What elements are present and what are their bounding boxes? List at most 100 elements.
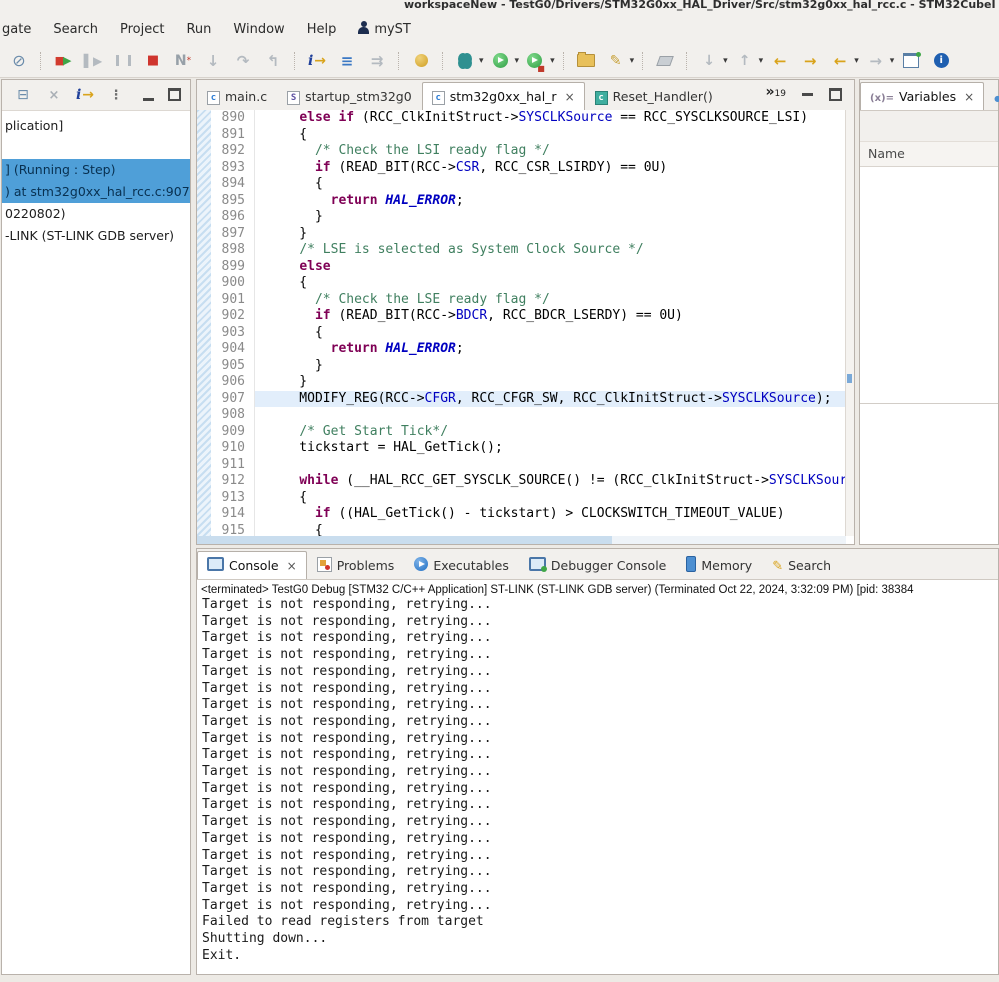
show-debug-sources-icon[interactable]: ≡ — [335, 49, 359, 73]
help-info-icon[interactable]: i — [929, 49, 953, 73]
tab-overflow-button[interactable]: »19 — [766, 84, 787, 104]
forward-history-dropdown-icon[interactable]: ▾ — [890, 56, 895, 66]
resume-icon[interactable]: ▌▶ — [81, 49, 105, 73]
horizontal-scrollbar-thumb[interactable] — [197, 536, 612, 544]
menu-item-window[interactable]: Window — [222, 22, 295, 37]
back-icon[interactable]: ← — [768, 49, 792, 73]
load-binary-icon[interactable]: ↓ — [697, 49, 721, 73]
menu-item-help[interactable]: Help — [296, 22, 348, 37]
editor-tab-reset-handler-[interactable]: cReset_Handler() — [585, 82, 723, 110]
editor-tab-main-c[interactable]: cmain.c — [197, 82, 277, 110]
line-number: 908 — [211, 407, 255, 424]
variables-tab-b[interactable]: ●●B — [984, 82, 999, 110]
terminate-icon[interactable]: ■ — [141, 49, 165, 73]
code-line: 897 } — [211, 226, 846, 243]
use-step-filters-icon[interactable]: ⇉ — [365, 49, 389, 73]
console-process-header: <terminated> TestG0 Debug [STM32 C/C++ A… — [197, 580, 998, 597]
skip-all-breakpoints-icon[interactable]: ⊘ — [7, 49, 31, 73]
code-line: 891 { — [211, 127, 846, 144]
s-file-icon: S — [287, 88, 300, 105]
line-number: 903 — [211, 325, 255, 342]
minimize-icon[interactable] — [143, 86, 154, 105]
menu-item-myst[interactable]: myST — [347, 21, 422, 38]
code-line: 894 { — [211, 176, 846, 193]
console-tab-search[interactable]: ✎Search — [762, 551, 841, 579]
console-tab-memory[interactable]: Memory — [676, 551, 762, 579]
debug-tree-row[interactable]: plication] — [2, 115, 190, 137]
code-line: 892 /* Check the LSI ready flag */ — [211, 143, 846, 160]
overview-ruler[interactable] — [845, 110, 854, 536]
view-menu-icon[interactable]: ⋮ — [104, 83, 128, 107]
console-tab-debugger-console[interactable]: Debugger Console — [519, 551, 676, 579]
code-line: 899 else — [211, 259, 846, 276]
code-editor[interactable]: 890 else if (RCC_ClkInitStruct->SYSCLKSo… — [197, 110, 846, 536]
restore-state-icon[interactable]: ↑ — [733, 49, 757, 73]
step-over-icon[interactable]: ↷ — [231, 49, 255, 73]
run-dropdown-icon[interactable]: ▾ — [515, 56, 520, 66]
c-file-icon: c — [432, 88, 445, 105]
open-perspective-icon[interactable] — [899, 49, 923, 73]
last-edit-location-dropdown-icon[interactable]: ▾ — [854, 56, 859, 66]
suspend-icon[interactable] — [111, 49, 135, 73]
mark-occurrences-dropdown-icon[interactable]: ▾ — [630, 56, 635, 66]
step-return-icon[interactable]: ↰ — [261, 49, 285, 73]
code-line: 915 { — [211, 523, 846, 537]
maximize-icon[interactable] — [829, 88, 842, 101]
toolbar-separator — [563, 52, 565, 70]
variables-tab-variables[interactable]: (x)=Variables× — [860, 82, 984, 110]
line-number: 896 — [211, 209, 255, 226]
close-icon[interactable]: × — [565, 90, 575, 104]
debug-icon[interactable] — [453, 49, 477, 73]
disconnect-icon[interactable]: N* — [171, 49, 195, 73]
mark-occurrences-icon[interactable]: ✎ — [604, 49, 628, 73]
variables-detail-splitter[interactable] — [860, 403, 998, 404]
external-tools-icon[interactable]: ■ — [524, 49, 548, 73]
debug-tree-row[interactable]: -LINK (ST-LINK GDB server) — [2, 225, 190, 247]
menu-item-gate[interactable]: gate — [0, 22, 42, 37]
forward-history-icon[interactable]: → — [864, 49, 888, 73]
load-binary-dropdown-icon[interactable]: ▾ — [723, 56, 728, 66]
run-icon[interactable] — [489, 49, 513, 73]
menu-item-run[interactable]: Run — [175, 22, 222, 37]
editor-tabbar: cmain.cSstartup_stm32g0cstm32g0xx_hal_r×… — [197, 80, 854, 111]
update-software-icon[interactable] — [409, 49, 433, 73]
instruction-stepping-icon[interactable]: i→ — [305, 49, 329, 73]
line-number: 899 — [211, 259, 255, 276]
debug-tree-row[interactable]: ] (Running : Step) — [2, 159, 190, 181]
restart-icon[interactable]: ■▶ — [51, 49, 75, 73]
debug-view-toolbar: ⊟ × i→ ⋮ — [2, 80, 190, 111]
line-number: 914 — [211, 506, 255, 523]
step-into-icon[interactable]: ↓ — [201, 49, 225, 73]
clear-console-icon[interactable] — [653, 49, 677, 73]
forward-icon[interactable]: → — [798, 49, 822, 73]
console-output: Target is not responding, retrying... Ta… — [197, 597, 998, 964]
toolbar-separator — [294, 52, 296, 70]
debug-tree-row[interactable] — [2, 137, 190, 159]
line-number: 912 — [211, 473, 255, 490]
close-icon[interactable]: × — [287, 559, 297, 573]
console-tabbar: Console×ProblemsExecutablesDebugger Cons… — [197, 549, 998, 580]
line-number: 904 — [211, 341, 255, 358]
editor-tab-stm32g0xx-hal-r[interactable]: cstm32g0xx_hal_r× — [422, 82, 585, 110]
console-tab-problems[interactable]: Problems — [307, 551, 405, 579]
maximize-icon[interactable] — [168, 86, 181, 105]
restore-state-dropdown-icon[interactable]: ▾ — [759, 56, 764, 66]
debug-launch-tree[interactable]: plication] ] (Running : Step)) at stm32g0… — [2, 111, 190, 247]
menu-item-search[interactable]: Search — [42, 22, 109, 37]
collapse-all-icon[interactable]: ⊟ — [11, 83, 35, 107]
horizontal-scrollbar[interactable] — [197, 536, 846, 544]
open-element-icon[interactable] — [574, 49, 598, 73]
close-icon[interactable]: × — [964, 90, 974, 104]
debug-tree-row[interactable]: 0220802) — [2, 203, 190, 225]
last-edit-location-icon[interactable]: ← — [828, 49, 852, 73]
debug-tree-row[interactable]: ) at stm32g0xx_hal_rcc.c:907 0x — [2, 181, 190, 203]
editor-tab-startup-stm32g0[interactable]: Sstartup_stm32g0 — [277, 82, 422, 110]
console-tab-executables[interactable]: Executables — [404, 551, 519, 579]
instruction-stepping-icon[interactable]: i→ — [73, 83, 97, 107]
remove-all-terminated-icon[interactable]: × — [42, 83, 66, 107]
debug-dropdown-icon[interactable]: ▾ — [479, 56, 484, 66]
external-tools-dropdown-icon[interactable]: ▾ — [550, 56, 555, 66]
console-tab-console[interactable]: Console× — [197, 551, 307, 579]
minimize-icon[interactable] — [802, 93, 813, 96]
menu-item-project[interactable]: Project — [109, 22, 175, 37]
